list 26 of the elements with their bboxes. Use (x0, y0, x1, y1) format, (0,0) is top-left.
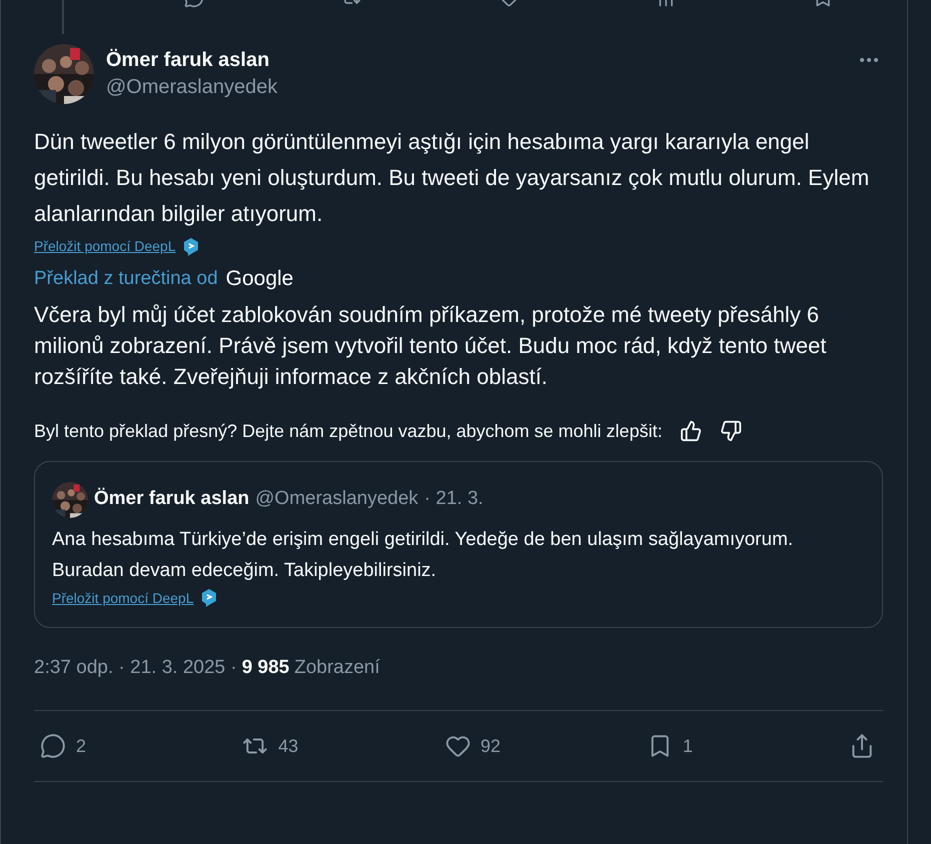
action-count: 92 (480, 734, 501, 758)
thumbs-down-icon[interactable] (720, 420, 742, 442)
timestamp[interactable]: 2:37 odp. · 21. 3. 2025 · (34, 654, 237, 682)
author-name[interactable]: Ömer faruk aslan (106, 47, 845, 73)
tweet-text: Dün tweetler 6 milyon görüntülenmeyi aştığı için hesabıma yargı kararıyla engel getirildi. Bu hesabı yeni oluşturdum. Bu tweeti de yayarsanız çok mutlu olurum. Eylem alanlarından bilgiler atıyorum. (34, 128, 870, 228)
translation-text: Včera byl můj účet zablokován soudním příkazem, protože mé tweety přesáhly 6 milionů zobrazení. Právě jsem vytvořil tento účet. Budu moc rád, když tento tweet rozšíříte také. Zveřejňuji informace z akčních oblastí. (34, 300, 828, 391)
action-count: 43 (278, 734, 298, 758)
action-count: 1 (682, 734, 693, 758)
views-label: Zobrazení (294, 656, 380, 680)
translate-link[interactable]: Přeložit pomocí DeepL (52, 588, 194, 608)
reply-icon[interactable] (40, 733, 66, 759)
feedback-text: Byl tento překlad přesný? Dejte nám zpětnou vazbu, abychom se mohli zlepšit: (34, 420, 662, 443)
author-name: Ömer faruk aslan (94, 486, 250, 512)
translate-link[interactable]: Přeložit pomocí DeepL (34, 236, 176, 257)
translation-label: Překlad z turečtina od (34, 266, 218, 290)
action-count: 2 (76, 734, 86, 758)
deepl-icon (182, 236, 200, 256)
google-logo: Google (226, 266, 294, 292)
deepl-icon (200, 588, 218, 608)
tweet-date: · 21. 3. (424, 487, 484, 512)
quoted-text: Ana hesabıma Türkiye’de erişim engeli getirildi. Yedeğe de ben ulaşım sağlayamıyorum. Buradan devam edeceğim. Takipleyebilirsiniz. (52, 528, 794, 582)
quoted-tweet[interactable]: Ömer faruk aslan @Omeraslanyedek · 21. 3. Ana hesabıma Türkiye’de erişim engeli getirildi. Yedeğe de ben ulaşım sağlayamıyorum. Buradan devam edeceğim. Takipleyebilirsiniz. Přeložit pomocí DeepL (34, 460, 883, 628)
author-handle: @Omeraslanyedek (255, 487, 418, 512)
view-count: 9 985 (242, 656, 290, 680)
author-handle[interactable]: @Omeraslanyedek (106, 73, 845, 101)
thumbs-up-icon[interactable] (680, 420, 702, 442)
